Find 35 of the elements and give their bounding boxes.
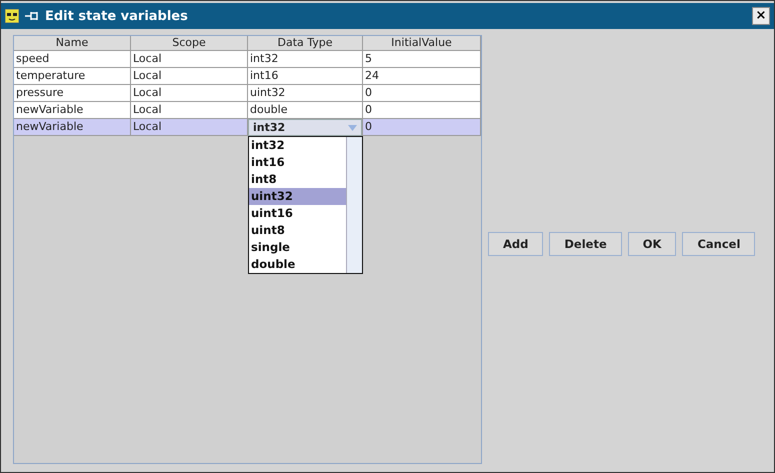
table-cell: Local <box>131 119 248 136</box>
dialog-button[interactable]: OK <box>628 232 676 256</box>
table-cell: int16 <box>248 68 363 85</box>
table-cell: 5 <box>363 51 481 68</box>
table-cell: temperature <box>14 68 131 85</box>
table-cell: Local <box>131 102 248 119</box>
table-cell: newVariable <box>14 102 131 119</box>
table-cell: speed <box>14 51 131 68</box>
column-header[interactable]: Scope <box>131 36 248 51</box>
caret-icon <box>348 124 357 130</box>
table-cell: 0 <box>363 119 481 136</box>
sunglasses-face-icon <box>5 9 19 23</box>
column-header[interactable]: Data Type <box>248 36 363 51</box>
dropdown-option[interactable]: uint32 <box>249 188 346 205</box>
dialog-button[interactable]: Delete <box>549 232 622 256</box>
close-button[interactable]: × <box>752 7 770 25</box>
table-cell: Local <box>131 51 248 68</box>
window-title: Edit state variables <box>45 8 189 24</box>
table-cell: 0 <box>363 85 481 102</box>
dialog-button[interactable]: Cancel <box>682 232 756 256</box>
column-header[interactable]: InitialValue <box>363 36 481 51</box>
table-cell: 24 <box>363 68 481 85</box>
table-cell: double <box>248 102 363 119</box>
dialog-button[interactable]: Add <box>488 232 544 256</box>
table-cell: newVariable <box>14 119 131 136</box>
data-type-combo[interactable]: int32 <box>248 119 362 136</box>
scrollbar[interactable] <box>346 137 362 273</box>
table-cell: Local <box>131 85 248 102</box>
column-header[interactable]: Name <box>14 36 131 51</box>
table-cell: pressure <box>14 85 131 102</box>
table-cell: int32 <box>248 51 363 68</box>
table-cell: 0 <box>363 102 481 119</box>
table-cell: Local <box>131 68 248 85</box>
table-cell: uint32 <box>248 85 363 102</box>
pin-icon[interactable] <box>25 11 39 21</box>
